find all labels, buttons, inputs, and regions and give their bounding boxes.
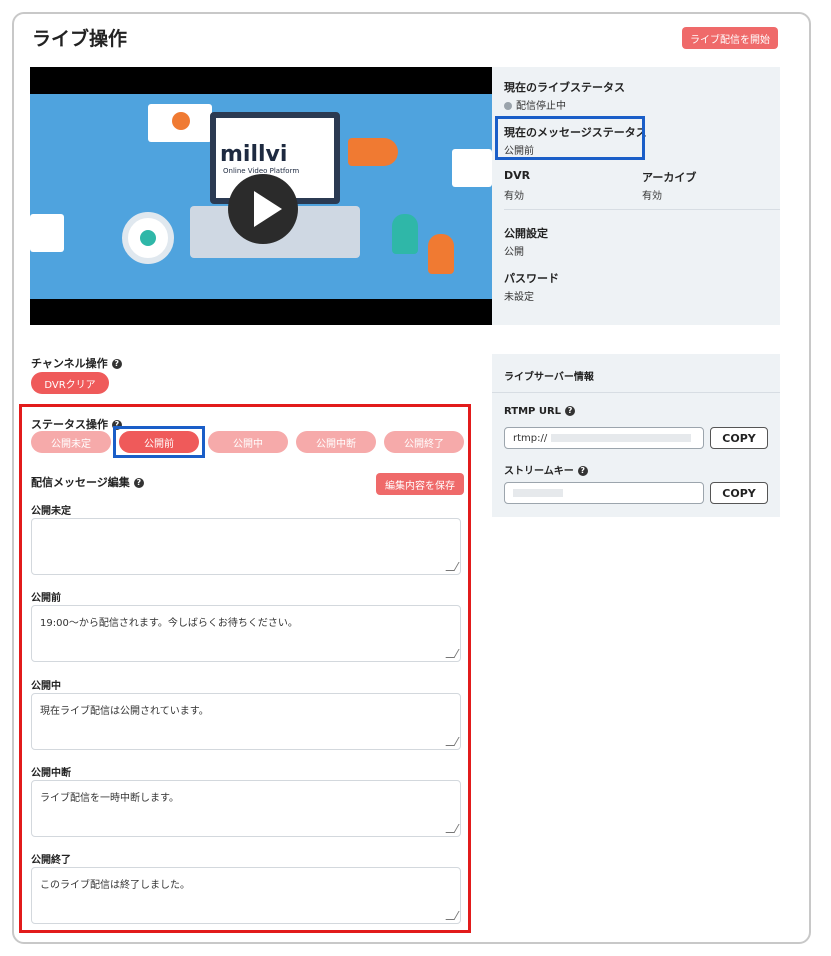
password-label: パスワード [504,272,559,285]
server-info-title: ライブサーバー情報 [504,372,594,383]
message-textarea-live[interactable]: 現在ライブ配信は公開されています。 [31,693,461,750]
video-card-icon [30,214,64,252]
divider [504,209,780,210]
help-icon[interactable]: ? [577,466,588,476]
message-textarea-before[interactable]: 19:00〜から配信されます。今しばらくお待ちください。 [31,605,461,662]
copy-rtmp-button[interactable]: COPY [710,427,768,449]
live-status-value: 配信停止中 [504,97,566,112]
help-icon[interactable]: ? [111,359,122,369]
megaphone-icon [348,138,398,166]
channel-ops-title: チャンネル操作? [31,355,122,371]
help-icon[interactable]: ? [133,478,144,488]
password-value: 未設定 [504,292,534,303]
live-server-panel: ライブサーバー情報 RTMP URL? rtmp:// COPY ストリームキー… [492,354,780,517]
status-button-undecided[interactable]: 公開未定 [31,431,111,453]
status-ops-title: ステータス操作? [31,416,122,432]
status-button-paused[interactable]: 公開中断 [296,431,376,453]
archive-value: 有効 [642,191,662,202]
video-player[interactable]: millvi Online Video Platform [30,67,492,325]
status-button-ended[interactable]: 公開終了 [384,431,464,453]
dvr-label: DVR [504,169,531,182]
message-status-highlight [495,116,645,160]
rtmp-url-field[interactable]: rtmp:// [504,427,704,449]
divider [492,392,780,393]
save-messages-button[interactable]: 編集内容を保存 [376,473,464,495]
rtmp-url-label: RTMP URL? [504,406,576,417]
message-textarea-paused[interactable]: ライブ配信を一時中断します。 [31,780,461,837]
dvr-value: 有効 [504,191,524,202]
message-label-paused: 公開中断 [31,768,71,779]
person-icon [392,214,418,254]
stream-key-field[interactable] [504,482,704,504]
person-icon [428,234,454,274]
message-label-ended: 公開終了 [31,855,71,866]
publish-setting-label: 公開設定 [504,227,548,240]
help-icon[interactable]: ? [565,406,576,416]
target-icon [122,212,174,264]
status-button-live[interactable]: 公開中 [208,431,288,453]
message-label-before: 公開前 [31,593,61,604]
video-card-icon [452,149,492,187]
message-label-live: 公開中 [31,681,61,692]
status-dot-icon [504,102,512,110]
publish-setting-value: 公開 [504,247,524,258]
play-icon[interactable] [228,174,298,244]
live-status-label: 現在のライブステータス [504,81,625,94]
brand-logo: millvi [220,142,288,167]
copy-stream-key-button[interactable]: COPY [710,482,768,504]
archive-label: アーカイブ [642,171,697,184]
status-info-panel: 現在のライブステータス 配信停止中 現在のメッセージステータス 公開前 DVR … [492,67,780,325]
message-textarea-undecided[interactable] [31,518,461,575]
dvr-clear-button[interactable]: DVRクリア [31,372,109,394]
page-title: ライブ操作 [32,28,128,50]
video-thumbnail: millvi Online Video Platform [30,94,492,299]
start-live-button[interactable]: ライブ配信を開始 [682,27,778,49]
message-label-undecided: 公開未定 [31,506,71,517]
video-card-icon [148,104,212,142]
message-edit-title: 配信メッセージ編集? [31,474,144,490]
stream-key-label: ストリームキー? [504,462,588,477]
status-button-highlight [113,426,205,458]
message-textarea-ended[interactable]: このライブ配信は終了しました。 [31,867,461,924]
